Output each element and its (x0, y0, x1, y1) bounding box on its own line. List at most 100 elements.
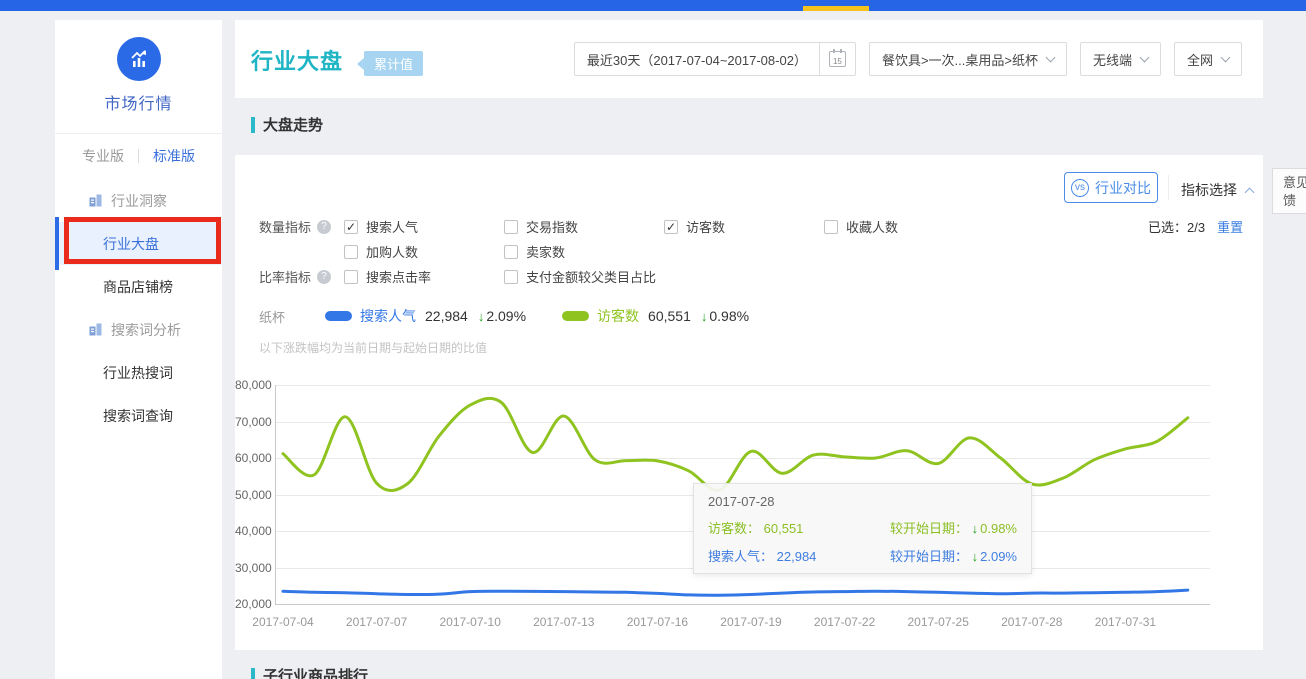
chevron-down-icon (1221, 52, 1231, 62)
checkbox-label: 收藏人数 (846, 217, 898, 236)
quantity-metrics-label: 数量指标 ? (259, 217, 331, 236)
selected-count: 已选：2/3 重置 (1148, 217, 1243, 236)
badge-arrow (357, 58, 364, 70)
scope-select[interactable]: 全网 (1174, 42, 1242, 76)
page-header: 行业大盘 累计值 最近30天（2017-07-04~2017-08-02） 15… (235, 20, 1263, 98)
vs-icon: vs (1071, 179, 1089, 197)
chevron-down-icon (1140, 52, 1150, 62)
app-window: 市场行情 专业版 标准版 行业洞察 行业大盘 商品店铺榜 (0, 0, 1306, 679)
checkbox-favorite-count[interactable]: 收藏人数 (824, 217, 898, 236)
section-header-next: 子行业商品排行 (251, 665, 368, 679)
checkbox-box[interactable] (504, 245, 518, 259)
x-axis-label: 2017-07-04 (238, 615, 328, 629)
category-select[interactable]: 餐饮具>一次...桌用品>纸杯 (869, 42, 1067, 76)
sidebar-item-industry-insight[interactable]: 行业洞察 (55, 179, 222, 222)
checkbox-box[interactable] (344, 270, 358, 284)
help-icon[interactable]: ? (317, 270, 331, 284)
checkbox-visitor-count[interactable]: 访客数 (664, 217, 725, 236)
reset-link[interactable]: 重置 (1217, 217, 1243, 236)
legend-change: 2.09% (486, 308, 526, 324)
brand-label: 市场行情 (55, 90, 222, 114)
tab-professional[interactable]: 专业版 (82, 146, 124, 166)
y-axis-label: 50,000 (235, 488, 269, 502)
checkbox-search-ctr[interactable]: 搜索点击率 (344, 267, 431, 286)
tooltip-row-visitor: 访客数： 60,551 较开始日期： ↓0.98% (708, 518, 1017, 537)
checkbox-box[interactable] (504, 220, 518, 234)
terminal-select[interactable]: 无线端 (1080, 42, 1161, 76)
chart-glyph (126, 46, 152, 72)
sidebar: 市场行情 专业版 标准版 行业洞察 行业大盘 商品店铺榜 (55, 20, 222, 679)
checkbox-box[interactable] (664, 220, 678, 234)
category-value: 餐饮具>一次...桌用品>纸杯 (870, 50, 1038, 69)
checkbox-box[interactable] (344, 220, 358, 234)
tooltip-date: 2017-07-28 (708, 494, 1017, 509)
y-axis-label: 30,000 (235, 561, 269, 575)
sidebar-item-product-shop-rank[interactable]: 商品店铺榜 (55, 265, 222, 308)
ratio-metrics-label: 比率指标 ? (259, 267, 331, 286)
down-arrow-icon: ↓ (701, 309, 708, 324)
sidebar-item-label: 搜索词分析 (111, 320, 181, 340)
feedback-button[interactable]: 意见反馈 (1272, 168, 1306, 214)
compare-button-label: 行业对比 (1095, 178, 1151, 198)
checkbox-payment-parent-ratio[interactable]: 支付金额较父类目占比 (504, 267, 656, 286)
checkbox-box[interactable] (504, 270, 518, 284)
sidebar-item-label: 搜索词查询 (103, 406, 173, 426)
help-icon[interactable]: ? (317, 220, 331, 234)
checkbox-label: 访客数 (686, 217, 725, 236)
tab-divider (138, 149, 139, 163)
tab-standard[interactable]: 标准版 (153, 146, 195, 166)
y-axis-label: 40,000 (235, 524, 269, 538)
legend-item-visitor-count[interactable]: 访客数 60,551 ↓ 0.98% (562, 306, 749, 326)
calendar-button[interactable]: 15 (819, 43, 855, 75)
filter-controls: 最近30天（2017-07-04~2017-08-02） 15 餐饮具>一次..… (574, 42, 1242, 76)
checkbox-transaction-index[interactable]: 交易指数 (504, 217, 578, 236)
date-range-value: 最近30天（2017-07-04~2017-08-02） (575, 50, 819, 69)
x-axis-label: 2017-07-25 (893, 615, 983, 629)
cumulative-badge: 累计值 (357, 51, 423, 76)
y-axis-label: 60,000 (235, 451, 269, 465)
legend-pill-green (562, 311, 589, 321)
chart-tooltip: 2017-07-28 访客数： 60,551 较开始日期： ↓0.98% 搜索人… (693, 483, 1032, 574)
chart-note: 以下涨跌幅均为当前日期与起始日期的比值 (259, 339, 487, 356)
checkbox-add-cart-count[interactable]: 加购人数 (344, 242, 418, 261)
building-icon (88, 322, 103, 337)
edition-tabs: 专业版 标准版 (55, 133, 222, 177)
active-tab-indicator (803, 6, 869, 11)
badge-label: 累计值 (364, 51, 423, 76)
y-axis-label: 70,000 (235, 415, 269, 429)
sidebar-item-search-word-query[interactable]: 搜索词查询 (55, 394, 222, 437)
legend-item-search-popularity[interactable]: 搜索人气 22,984 ↓ 2.09% (325, 306, 526, 326)
checkbox-label: 交易指数 (526, 217, 578, 236)
top-navigation-bar (0, 0, 1306, 11)
sidebar-item-label: 行业热搜词 (103, 363, 173, 383)
industry-compare-button[interactable]: vs 行业对比 (1064, 172, 1158, 203)
sidebar-item-hot-search-words[interactable]: 行业热搜词 (55, 351, 222, 394)
metric-select-toggle[interactable]: 指标选择 (1181, 180, 1255, 200)
checkbox-box[interactable] (344, 245, 358, 259)
sidebar-item-label: 行业洞察 (111, 191, 167, 211)
x-axis-label: 2017-07-16 (612, 615, 702, 629)
checkbox-label: 搜索人气 (366, 217, 418, 236)
down-arrow-icon: ↓ (972, 549, 979, 564)
page-title: 行业大盘 (251, 44, 343, 76)
annotation-highlight-box (64, 217, 221, 264)
checkbox-seller-count[interactable]: 卖家数 (504, 242, 565, 261)
y-axis-label: 80,000 (235, 378, 269, 392)
legend-change: 0.98% (709, 308, 749, 324)
series-line-访客数 (283, 398, 1188, 490)
checkbox-search-popularity[interactable]: 搜索人气 (344, 217, 418, 236)
chart-legend: 纸杯 搜索人气 22,984 ↓ 2.09% 访客数 60,551 ↓ 0.98… (259, 307, 785, 325)
sidebar-item-search-word-analysis[interactable]: 搜索词分析 (55, 308, 222, 351)
legend-pill-blue (325, 311, 352, 321)
legend-category: 纸杯 (259, 307, 285, 326)
x-axis-label: 2017-07-07 (332, 615, 422, 629)
brand: 市场行情 (55, 20, 222, 114)
x-axis-label: 2017-07-31 (1080, 615, 1170, 629)
checkbox-label: 支付金额较父类目占比 (526, 267, 656, 286)
date-range-picker[interactable]: 最近30天（2017-07-04~2017-08-02） 15 (574, 42, 856, 76)
building-icon (88, 193, 103, 208)
checkbox-label: 搜索点击率 (366, 267, 431, 286)
scope-value: 全网 (1175, 50, 1213, 69)
section-accent-bar (251, 117, 255, 133)
checkbox-box[interactable] (824, 220, 838, 234)
